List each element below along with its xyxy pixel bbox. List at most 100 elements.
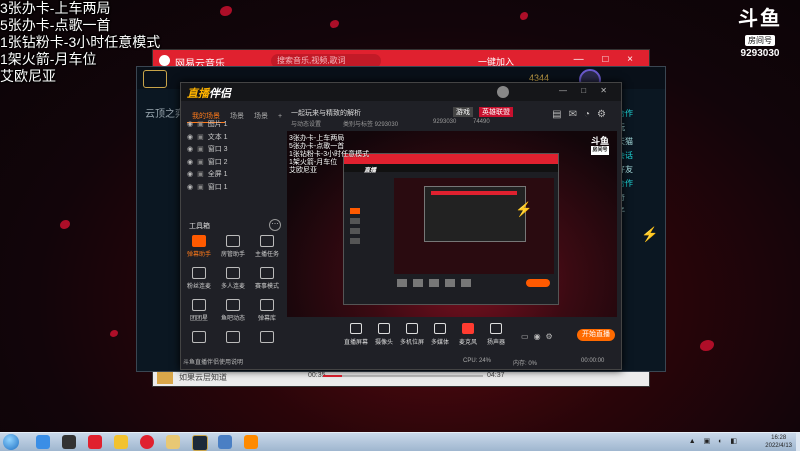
overlay-line: 艾欧尼亚 — [0, 68, 56, 84]
overlay-line: 5张办卡-点歌一首 — [0, 17, 111, 33]
toolbox-label: 工具箱 — [189, 223, 210, 230]
system-clock[interactable]: 16:28 2022/4/13 — [765, 434, 792, 450]
tool-multi-mic[interactable]: 多人连麦 — [217, 265, 249, 293]
lol-icon[interactable] — [192, 435, 208, 451]
start-button[interactable] — [3, 434, 19, 450]
lock-icon[interactable]: ▣ — [197, 121, 204, 128]
clock-time: 16:28 — [771, 435, 787, 441]
folder-icon[interactable] — [166, 435, 180, 449]
gift-icon[interactable]: ▤ — [552, 109, 568, 120]
friend-entry[interactable]: 玩 — [617, 121, 663, 135]
settings-icon[interactable]: ⚙ — [546, 332, 558, 341]
cpu-usage: CPU: 24% — [463, 358, 492, 364]
screen-capture-button[interactable]: 直播屏幕 — [341, 323, 371, 346]
settings-icon[interactable]: ⚙ — [597, 109, 613, 120]
record-icon[interactable]: ▭ — [521, 332, 534, 341]
camera-button[interactable]: 摄像头 — [369, 323, 399, 346]
multi-screen-button[interactable]: 多机位屏 — [397, 323, 427, 346]
speaker-icon — [490, 323, 502, 334]
netease-music-icon[interactable] — [140, 435, 154, 449]
browser-icon[interactable] — [36, 435, 50, 449]
friend-entry[interactable]: 子 — [617, 205, 663, 219]
eye-icon[interactable]: ◉ — [187, 146, 193, 153]
app-icon[interactable] — [114, 435, 128, 449]
source-item[interactable]: ◉ ▣ 窗口 2 — [183, 157, 279, 170]
source-item[interactable]: ◉ ▣ 窗口 3 — [183, 144, 279, 157]
eye-icon[interactable]: ◉ — [534, 332, 546, 341]
tool-feed[interactable]: 鱼吧动态 — [217, 297, 249, 325]
nested-tool — [350, 228, 360, 234]
tool-extra[interactable] — [217, 329, 249, 357]
source-name: 全屏 1 — [207, 171, 228, 178]
source-item[interactable]: ◉ ▣ 文本 1 — [183, 132, 279, 145]
lock-icon[interactable]: ▣ — [197, 159, 204, 166]
microphone-button[interactable]: 麦克风 — [453, 323, 483, 346]
app-icon[interactable] — [218, 435, 232, 449]
song-progress-bar[interactable] — [323, 375, 483, 377]
eye-icon[interactable]: ◉ — [187, 121, 193, 128]
source-item[interactable]: ◉ ▣ 窗口 1 — [183, 182, 279, 195]
eye-icon[interactable]: ◉ — [187, 134, 193, 141]
nested-preview-window: 直播 — [343, 153, 559, 305]
stream-toolbar: 直播屏幕 摄像头 多机位屏 多媒体 麦克风 扬声器 — [281, 319, 621, 347]
category-tag[interactable]: 游戏 — [453, 107, 473, 117]
notice-link[interactable]: 斗鱼直播伴侣使用说明 — [183, 357, 283, 367]
lock-icon[interactable]: ▣ — [197, 134, 204, 141]
stream-status-bar: CPU: 24% 内存: 0% 00:00:00 — [283, 357, 619, 367]
nested-sidebar — [348, 204, 388, 264]
lock-icon[interactable]: ▣ — [197, 171, 204, 178]
tool-danmu-lib[interactable]: 弹幕库 — [251, 297, 283, 325]
memory-usage: 内存: 0% — [513, 361, 538, 367]
source-item[interactable]: ◉ ▣ 图片 1 — [183, 119, 279, 132]
bell-icon[interactable]: ◔ — [584, 109, 597, 120]
room-id: 9293030 — [433, 119, 457, 125]
friend-entry[interactable]: 合作 — [617, 107, 663, 121]
source-item[interactable]: ◉ ▣ 全屏 1 — [183, 169, 279, 182]
app-icon[interactable] — [88, 435, 102, 449]
streamer-avatar[interactable] — [497, 86, 509, 98]
tool-match-mode[interactable]: 赛事模式 — [251, 265, 283, 293]
lock-icon[interactable]: ▣ — [197, 146, 204, 153]
app-icon[interactable] — [62, 435, 76, 449]
stream-companion-icon[interactable] — [244, 435, 258, 449]
header-icon-row: ▤✉◔⚙ — [552, 109, 613, 120]
tool-group[interactable]: 团团星 — [183, 297, 215, 325]
nested-bar — [431, 191, 517, 195]
eye-icon[interactable]: ◉ — [187, 171, 193, 178]
stream-window-controls[interactable]: — □ ✕ — [559, 86, 613, 95]
media-button[interactable]: 多媒体 — [425, 323, 455, 346]
stream-preview[interactable]: 3张办卡-上车两局 5张办卡-点歌一首 1张钻粉卡-3小时任意模式 1架火箭-月… — [287, 131, 617, 317]
tool-danmu-helper[interactable]: 弹幕助手 — [183, 233, 215, 261]
system-tray[interactable]: ▲ ▣ ◐ ◧ — [689, 437, 740, 445]
speaker-button[interactable]: 扬声器 — [481, 323, 511, 346]
stream-companion-window[interactable]: 直播伴侣 — □ ✕ 我的场景 场景 场景 + ◉ ▣ 图片 1 ◉ ▣ 文本 1 ◉ ▣ 窗口 … — [180, 82, 622, 370]
tool-extra[interactable] — [251, 329, 283, 357]
tool-icon — [260, 299, 274, 311]
music-window-controls[interactable]: — □ × — [574, 54, 641, 65]
go-live-button[interactable]: 开始直播 — [577, 329, 615, 341]
show-desktop-button[interactable] — [796, 433, 800, 451]
tool-streamer-task[interactable]: 主播任务 — [251, 233, 283, 261]
message-icon[interactable]: ✉ — [569, 109, 584, 120]
info-item[interactable]: 与动态设置 — [291, 119, 321, 128]
song-title[interactable]: 如果云层知道 — [179, 372, 227, 383]
lock-icon[interactable]: ▣ — [197, 184, 204, 191]
stream-overlay-text: 3张办卡-上车两局 5张办卡-点歌一首 1张钻粉卡-3小时任意模式 1架火箭-月… — [0, 0, 160, 85]
tool-label: 粉丝连麦 — [186, 284, 211, 290]
more-tools-button[interactable]: ⋯ — [269, 219, 281, 231]
friend-entry[interactable]: 奇 — [617, 191, 663, 205]
friend-entry[interactable]: 合作 — [617, 177, 663, 191]
tool-fan-mic[interactable]: 粉丝连麦 — [183, 265, 215, 293]
friend-entry[interactable]: 天猫 — [617, 135, 663, 149]
friend-entry[interactable]: 会话 — [617, 149, 663, 163]
tool-room-admin[interactable]: 房管助手 — [217, 233, 249, 261]
preview-line: 1张钻粉卡-3小时任意模式 — [289, 151, 370, 158]
tool-extra[interactable] — [183, 329, 215, 357]
game-tag[interactable]: 英雄联盟 — [479, 107, 513, 117]
friend-entry[interactable]: 好友 — [617, 163, 663, 177]
douyu-watermark: 斗鱼 房间号 9293030 — [728, 8, 792, 59]
overlay-line: 1张钻粉卡-3小时任意模式 — [0, 34, 161, 50]
eye-icon[interactable]: ◉ — [187, 184, 193, 191]
stream-title[interactable]: 一起玩来与精致的解析 — [291, 108, 361, 118]
eye-icon[interactable]: ◉ — [187, 159, 193, 166]
